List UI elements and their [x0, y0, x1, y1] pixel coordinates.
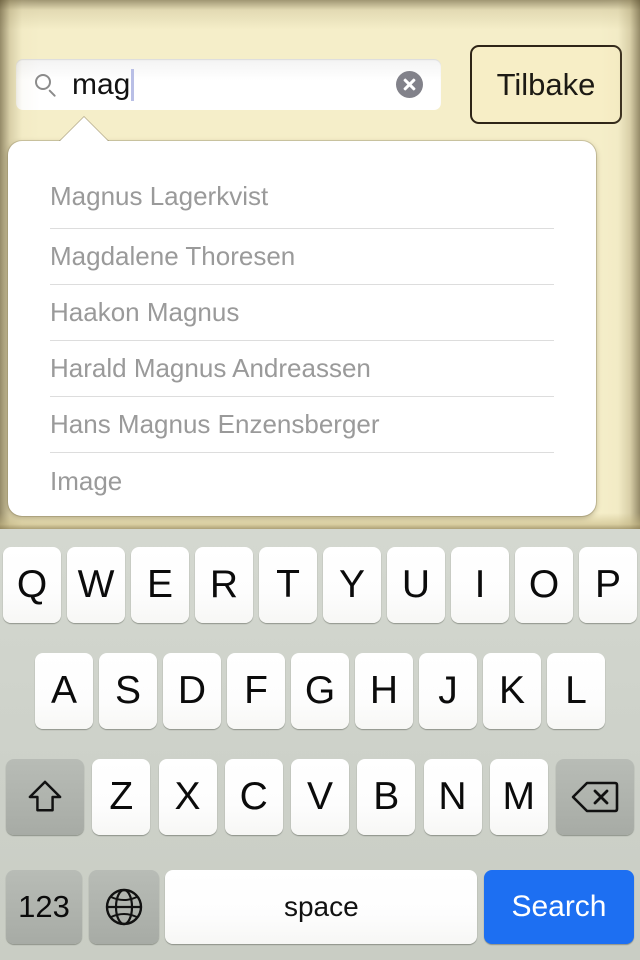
suggestion-item[interactable]: Harald Magnus Andreassen	[50, 341, 554, 397]
key-s[interactable]: S	[99, 653, 157, 729]
key-m[interactable]: M	[489, 759, 548, 835]
keyboard-row-1: Q W E R T Y U I O P	[0, 547, 640, 623]
phone-screen: mag Tilbake Magnus Lagerkvist Magdalene …	[0, 0, 640, 960]
backspace-icon	[571, 781, 619, 813]
suggestion-label: Magnus Lagerkvist	[50, 181, 269, 211]
suggestion-item[interactable]: Image	[50, 453, 554, 509]
key-w[interactable]: W	[67, 547, 125, 623]
key-f[interactable]: F	[227, 653, 285, 729]
suggestion-item[interactable]: Haakon Magnus	[50, 285, 554, 341]
search-key[interactable]: Search	[483, 870, 634, 944]
key-o[interactable]: O	[515, 547, 573, 623]
key-c[interactable]: C	[224, 759, 283, 835]
search-input[interactable]: mag	[16, 59, 441, 110]
key-x[interactable]: X	[158, 759, 217, 835]
numeric-key[interactable]: 123	[6, 870, 82, 944]
search-bar-row: mag Tilbake	[0, 44, 640, 124]
key-q[interactable]: Q	[3, 547, 61, 623]
keyboard-row-2: A S D F G H J K L	[0, 653, 640, 729]
key-g[interactable]: G	[291, 653, 349, 729]
app-content-area: mag Tilbake Magnus Lagerkvist Magdalene …	[0, 0, 640, 529]
globe-key[interactable]	[88, 870, 159, 944]
key-h[interactable]: H	[355, 653, 413, 729]
key-i[interactable]: I	[451, 547, 509, 623]
key-j[interactable]: J	[419, 653, 477, 729]
key-d[interactable]: D	[163, 653, 221, 729]
shift-key[interactable]	[6, 759, 84, 835]
keyboard-row-4: 123 space Search	[0, 870, 640, 944]
key-t[interactable]: T	[259, 547, 317, 623]
key-e[interactable]: E	[131, 547, 189, 623]
suggestion-label: Harald Magnus Andreassen	[50, 353, 371, 383]
suggestion-label: Haakon Magnus	[50, 297, 240, 327]
key-k[interactable]: K	[483, 653, 541, 729]
back-button[interactable]: Tilbake	[470, 45, 622, 124]
suggestions-popover: Magnus Lagerkvist Magdalene Thoresen Haa…	[8, 141, 596, 516]
key-z[interactable]: Z	[92, 759, 151, 835]
key-y[interactable]: Y	[323, 547, 381, 623]
search-icon	[33, 72, 59, 98]
virtual-keyboard: Q W E R T Y U I O P A S D F G H J K L Z …	[0, 529, 640, 960]
key-n[interactable]: N	[423, 759, 482, 835]
suggestion-label: Magdalene Thoresen	[50, 241, 296, 271]
key-l[interactable]: L	[547, 653, 605, 729]
space-key[interactable]: space	[165, 870, 478, 944]
suggestion-label: Image	[50, 465, 123, 496]
key-a[interactable]: A	[35, 653, 93, 729]
globe-icon	[105, 888, 142, 926]
popover-arrow-icon	[59, 117, 109, 142]
keyboard-row-3: Z X C V B N M	[0, 759, 640, 835]
suggestion-label: Hans Magnus Enzensberger	[50, 409, 380, 439]
suggestion-item[interactable]: Magdalene Thoresen	[50, 229, 554, 285]
suggestion-item[interactable]: Magnus Lagerkvist	[50, 141, 554, 229]
shift-arrow-icon	[28, 780, 62, 812]
clear-search-button[interactable]	[396, 71, 423, 98]
text-caret	[131, 68, 135, 101]
backspace-key[interactable]	[556, 759, 634, 835]
key-p[interactable]: P	[579, 547, 637, 623]
key-b[interactable]: B	[357, 759, 416, 835]
search-input-value: mag	[72, 67, 131, 101]
key-v[interactable]: V	[291, 759, 349, 835]
suggestion-item[interactable]: Hans Magnus Enzensberger	[50, 397, 554, 453]
key-r[interactable]: R	[195, 547, 253, 623]
key-u[interactable]: U	[387, 547, 445, 623]
